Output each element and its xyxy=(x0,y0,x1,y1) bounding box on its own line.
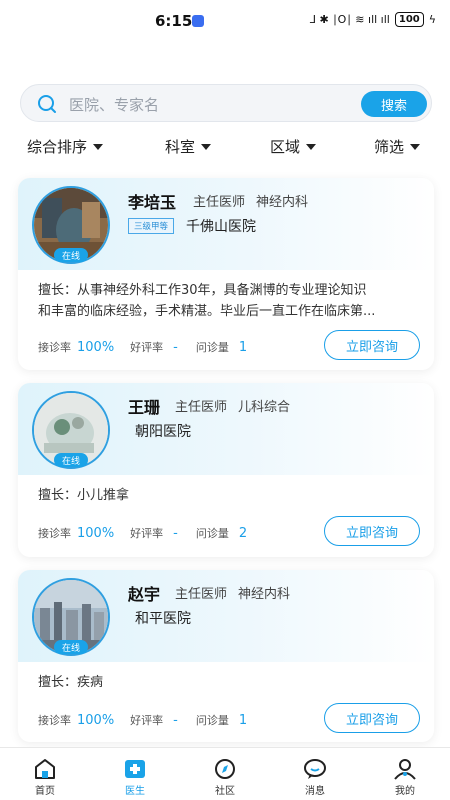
tab-messages-label: 消息 xyxy=(305,786,325,797)
battery-icon: 100 xyxy=(394,12,424,27)
visits-value: 2 xyxy=(238,525,248,541)
search-input[interactable]: 医院、专家名 xyxy=(69,94,159,115)
visits-value: 1 xyxy=(238,339,248,355)
dropdown-arrow-icon xyxy=(93,143,104,150)
tab-doctor-label: 医生 xyxy=(125,786,145,797)
online-badge: 在线 xyxy=(54,248,88,262)
tab-home-label: 首页 xyxy=(35,786,55,797)
tab-community-label: 社区 xyxy=(215,786,235,797)
filter-sort[interactable]: 综合排序 xyxy=(27,136,104,157)
specialty-line: 擅长：疾病 xyxy=(38,675,104,690)
status-bar: 6:15 ⅃ ✱ ∣O∣ ≋ ıll ıll 100 ϟ xyxy=(0,0,450,44)
visits-label: 问诊量 xyxy=(195,714,229,727)
doctor-card[interactable]: 在线 王珊 主任医师 儿科综合 朝阳医院 擅长：小儿推拿 接诊率 100% 好评… xyxy=(18,383,434,557)
app-notification-icon xyxy=(192,15,204,27)
rating-value: - xyxy=(173,339,178,355)
tab-doctor[interactable]: 医生 xyxy=(90,748,180,800)
dropdown-arrow-icon xyxy=(201,143,212,150)
doctor-card[interactable]: 在线 赵宇 主任医师 神经内科 和平医院 擅长：疾病 接诊率 100% 好评率 … xyxy=(18,570,434,742)
message-icon xyxy=(304,759,326,779)
consult-button[interactable]: 立即咨询 xyxy=(324,330,420,360)
tab-community[interactable]: 社区 xyxy=(180,748,270,800)
status-time: 6:15 xyxy=(155,12,193,30)
visits-label: 问诊量 xyxy=(195,341,229,354)
rating-value: - xyxy=(173,712,178,728)
rating-label: 好评率 xyxy=(130,341,164,354)
filter-department[interactable]: 科室 xyxy=(165,136,212,157)
doctor-department: 神经内科 xyxy=(256,195,309,210)
filter-screen[interactable]: 筛选 xyxy=(374,136,421,157)
accept-rate-label: 接诊率 xyxy=(38,714,71,727)
home-icon xyxy=(35,759,55,779)
doctor-specialty: 擅长：疾病 xyxy=(38,672,418,693)
filter-sort-label: 综合排序 xyxy=(27,138,88,156)
visits-label: 问诊量 xyxy=(195,527,229,540)
doctor-title: 主任医师 xyxy=(193,195,246,210)
filter-bar: 综合排序 科室 区域 筛选 xyxy=(0,132,450,160)
doctor-specialty: 擅长：小儿推拿 xyxy=(38,485,418,506)
hospital-name: 和平医院 xyxy=(135,611,191,627)
search-button[interactable]: 搜索 xyxy=(361,91,427,117)
dropdown-arrow-icon xyxy=(306,143,317,150)
filter-region[interactable]: 区域 xyxy=(270,136,317,157)
accept-rate-label: 接诊率 xyxy=(38,341,71,354)
specialty-line: 擅长：小儿推拿 xyxy=(38,488,130,503)
doctor-name: 李培玉 xyxy=(128,193,177,212)
accept-rate-label: 接诊率 xyxy=(38,527,71,540)
filter-screen-label: 筛选 xyxy=(374,138,405,156)
filter-region-label: 区域 xyxy=(270,138,301,156)
doctor-stats: 接诊率 100% 好评率 - 问诊量 1 xyxy=(38,339,247,355)
online-badge: 在线 xyxy=(54,453,88,467)
hospital-name: 朝阳医院 xyxy=(135,424,191,440)
doctor-icon xyxy=(125,760,145,778)
doctor-card[interactable]: 在线 李培玉 主任医师 神经内科 三级甲等 千佛山医院 擅长：从事神经外科工作3… xyxy=(18,178,434,370)
accept-rate-value: 100% xyxy=(77,525,115,541)
specialty-line: 和丰富的临床经验，手术精湛。毕业后一直工作在临床第... xyxy=(38,304,376,319)
hospital-name: 千佛山医院 xyxy=(186,219,256,235)
doctor-stats: 接诊率 100% 好评率 - 问诊量 2 xyxy=(38,525,247,541)
doctor-name: 王珊 xyxy=(128,398,161,417)
profile-icon xyxy=(394,759,416,780)
doctor-title: 主任医师 xyxy=(175,400,228,415)
doctor-title: 主任医师 xyxy=(175,587,228,602)
bottom-tab-bar: 首页 医生 社区 消息 我的 xyxy=(0,747,450,800)
doctor-department: 儿科综合 xyxy=(238,400,291,415)
doctor-department: 神经内科 xyxy=(238,587,291,602)
consult-button[interactable]: 立即咨询 xyxy=(324,516,420,546)
specialty-line: 擅长：从事神经外科工作30年，具备渊博的专业理论知识 xyxy=(38,283,367,298)
tab-profile-label: 我的 xyxy=(395,786,415,797)
doctor-name: 赵宇 xyxy=(128,585,161,604)
filter-department-label: 科室 xyxy=(165,138,196,156)
rating-label: 好评率 xyxy=(130,527,164,540)
online-badge: 在线 xyxy=(54,640,88,654)
tab-profile[interactable]: 我的 xyxy=(360,748,450,800)
search-bar[interactable]: 医院、专家名 搜索 xyxy=(20,84,432,122)
compass-icon xyxy=(215,759,235,779)
status-indicators: ⅃ ✱ ∣O∣ ≋ ıll ıll 100 ϟ xyxy=(310,12,436,27)
tab-home[interactable]: 首页 xyxy=(0,748,90,800)
visits-value: 1 xyxy=(238,712,248,728)
doctor-specialty: 擅长：从事神经外科工作30年，具备渊博的专业理论知识 和丰富的临床经验，手术精湛… xyxy=(38,280,418,322)
consult-button[interactable]: 立即咨询 xyxy=(324,703,420,733)
doctor-stats: 接诊率 100% 好评率 - 问诊量 1 xyxy=(38,712,247,728)
search-icon xyxy=(38,95,56,113)
signal-icons: ⅃ ✱ ∣O∣ ≋ ıll ıll xyxy=(309,13,390,26)
charging-icon: ϟ xyxy=(428,13,436,26)
dropdown-arrow-icon xyxy=(410,143,421,150)
rating-label: 好评率 xyxy=(130,714,164,727)
accept-rate-value: 100% xyxy=(77,712,115,728)
rating-value: - xyxy=(173,525,178,541)
hospital-level-badge: 三级甲等 xyxy=(128,218,175,234)
tab-messages[interactable]: 消息 xyxy=(270,748,360,800)
accept-rate-value: 100% xyxy=(77,339,115,355)
